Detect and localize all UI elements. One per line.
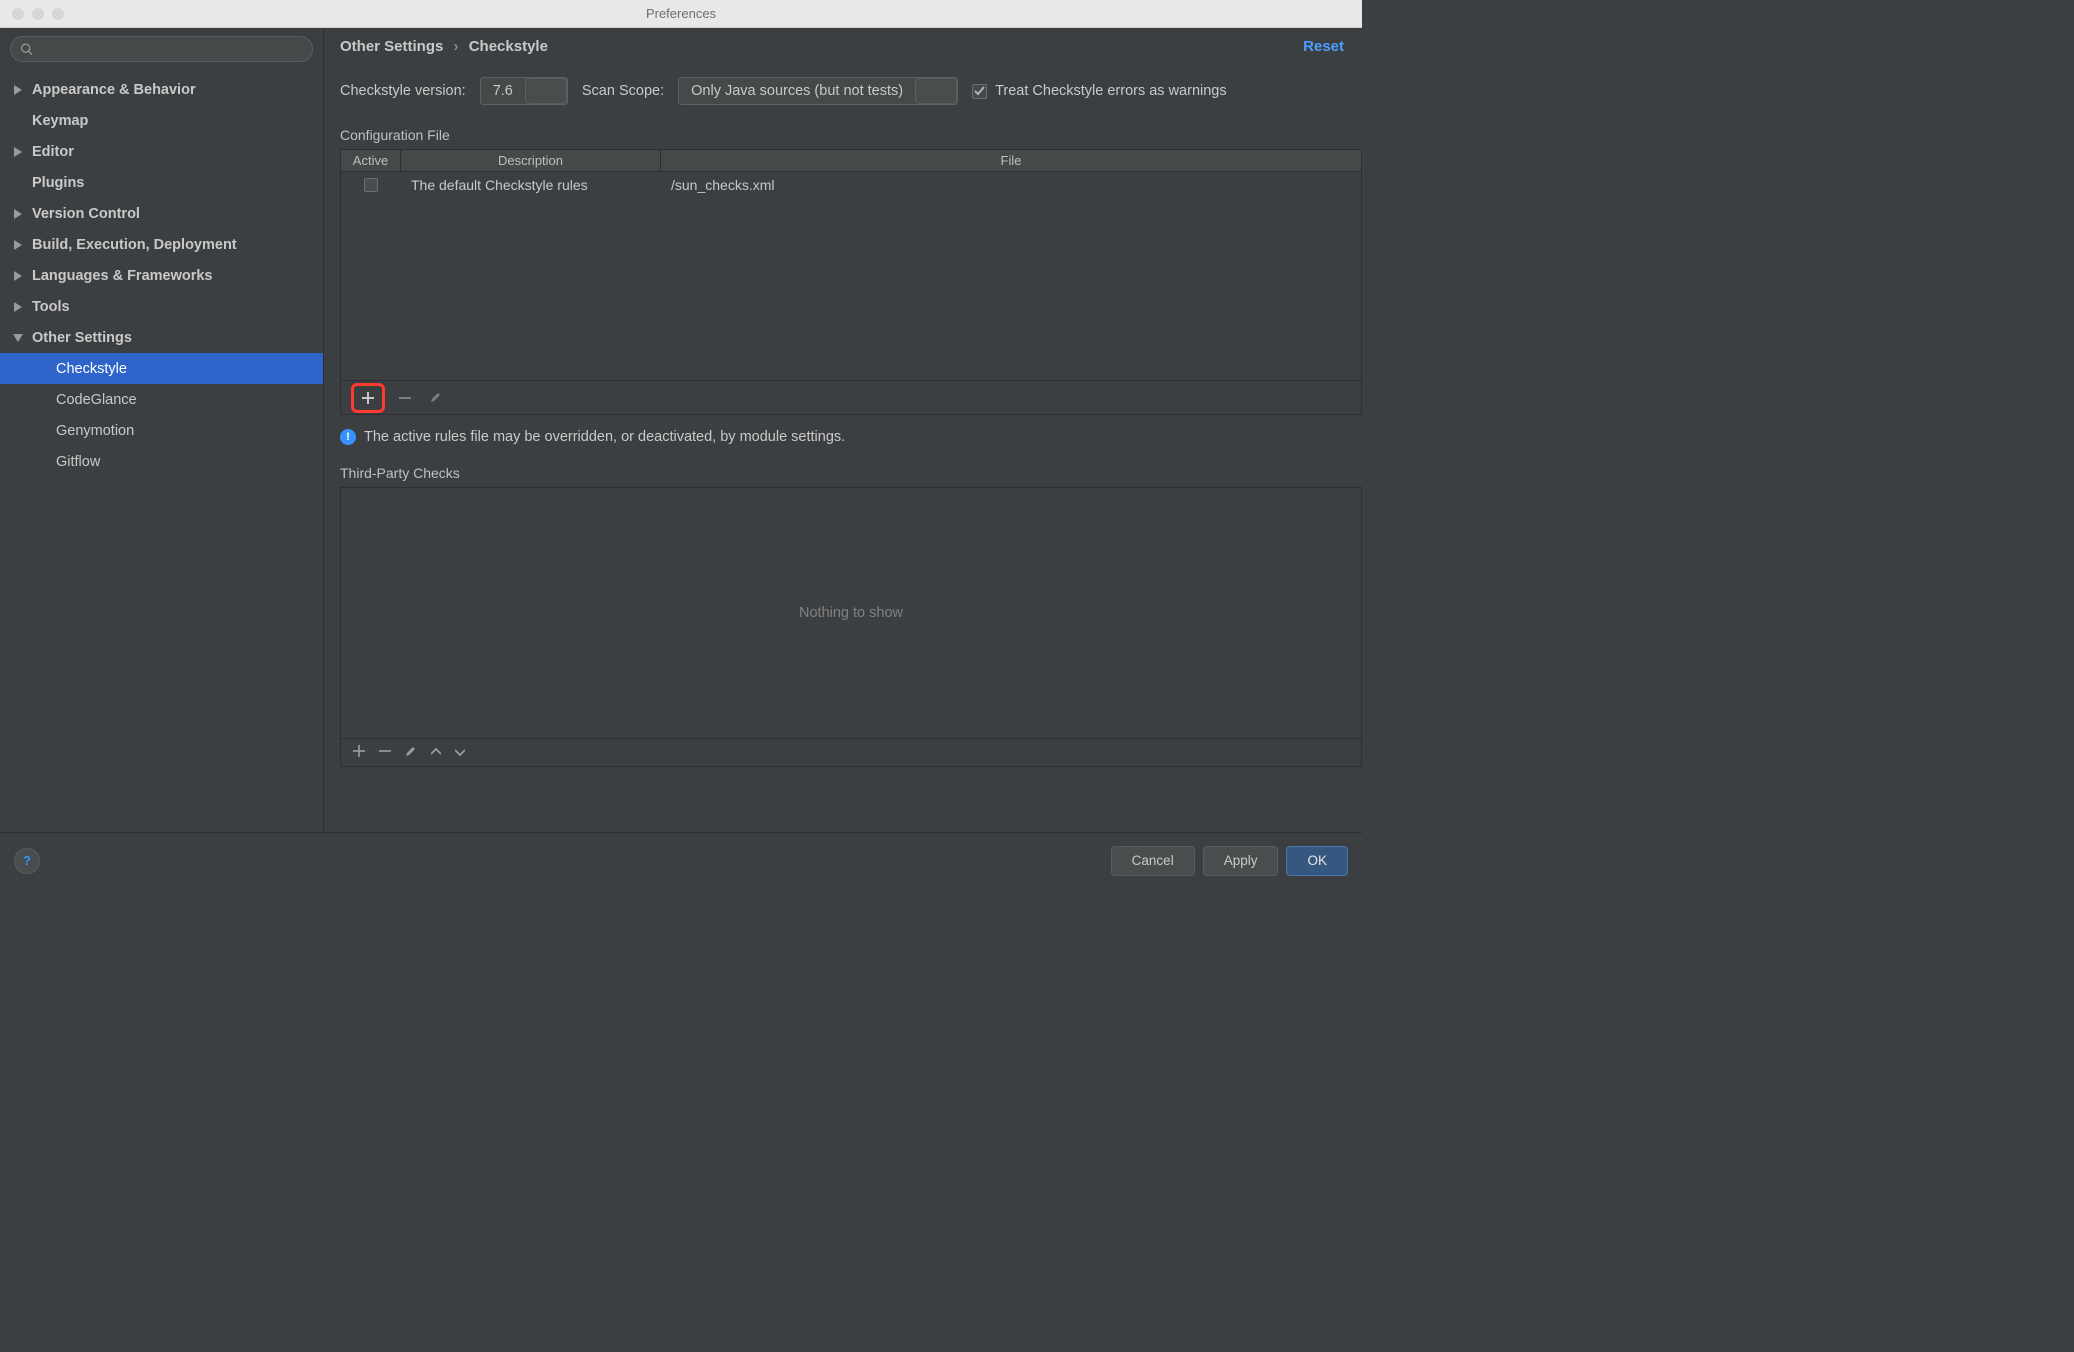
scope-combo[interactable]: Only Java sources (but not tests) (678, 77, 958, 105)
reset-link[interactable]: Reset (1303, 38, 1344, 55)
add-highlight (351, 383, 385, 413)
search-icon (20, 43, 33, 56)
table-header: Active Description File (341, 150, 1361, 172)
info-text: The active rules file may be overridden,… (364, 429, 845, 445)
version-label: Checkstyle version: (340, 83, 466, 99)
chevron-down-icon (525, 78, 567, 104)
sidebar-item-languages-frameworks[interactable]: Languages & Frameworks (0, 260, 323, 291)
footer: ? Cancel Apply OK (0, 832, 1362, 888)
breadcrumb-current: Checkstyle (469, 38, 548, 55)
chevron-down-icon (915, 78, 957, 104)
sidebar-item-checkstyle[interactable]: Checkstyle (0, 353, 323, 384)
tp-add-button[interactable] (353, 745, 365, 760)
sidebar-item-codeglance[interactable]: CodeGlance (0, 384, 323, 415)
help-button[interactable]: ? (14, 848, 40, 874)
info-bar: ! The active rules file may be overridde… (340, 429, 1362, 445)
settings-tree: Appearance & BehaviorKeymapEditorPlugins… (0, 70, 323, 832)
row-file: /sun_checks.xml (661, 177, 1361, 193)
row-active-check[interactable] (364, 178, 378, 192)
sidebar-item-tools[interactable]: Tools (0, 291, 323, 322)
pencil-icon (405, 745, 417, 757)
sidebar-item-version-control[interactable]: Version Control (0, 198, 323, 229)
sidebar-item-genymotion[interactable]: Genymotion (0, 415, 323, 446)
third-party-title: Third-Party Checks (340, 465, 1362, 481)
pencil-icon (429, 391, 442, 404)
third-party-table: Nothing to show (340, 487, 1362, 739)
config-toolbar (340, 381, 1362, 415)
breadcrumb-sep: › (454, 38, 459, 55)
ok-button[interactable]: OK (1286, 846, 1348, 876)
version-value: 7.6 (481, 83, 525, 99)
scope-label: Scan Scope: (582, 83, 664, 99)
sidebar-item-appearance-behavior[interactable]: Appearance & Behavior (0, 74, 323, 105)
titlebar: Preferences (0, 0, 1362, 28)
content-pane: Other Settings › Checkstyle Reset Checks… (324, 28, 1362, 832)
sidebar-item-build-execution-deployment[interactable]: Build, Execution, Deployment (0, 229, 323, 260)
tp-up-button[interactable] (431, 745, 441, 760)
minus-icon (398, 391, 412, 405)
minus-icon (379, 745, 391, 757)
apply-button[interactable]: Apply (1203, 846, 1279, 876)
sidebar-item-plugins[interactable]: Plugins (0, 167, 323, 198)
edit-button[interactable] (425, 388, 445, 408)
version-combo[interactable]: 7.6 (480, 77, 568, 105)
sidebar-item-other-settings[interactable]: Other Settings (0, 322, 323, 353)
scope-value: Only Java sources (but not tests) (679, 83, 915, 99)
chevron-up-icon (431, 747, 441, 757)
tp-edit-button[interactable] (405, 745, 417, 760)
plus-icon (361, 391, 375, 405)
tp-remove-button[interactable] (379, 745, 391, 760)
treat-warnings-label: Treat Checkstyle errors as warnings (995, 83, 1227, 99)
col-description[interactable]: Description (401, 150, 661, 171)
config-file-title: Configuration File (340, 127, 1362, 143)
table-row[interactable]: The default Checkstyle rules/sun_checks.… (341, 172, 1361, 198)
sidebar-item-editor[interactable]: Editor (0, 136, 323, 167)
breadcrumb: Other Settings › Checkstyle (340, 38, 548, 55)
sidebar-item-gitflow[interactable]: Gitflow (0, 446, 323, 477)
treat-warnings-check[interactable]: Treat Checkstyle errors as warnings (972, 83, 1227, 99)
sidebar: Appearance & BehaviorKeymapEditorPlugins… (0, 28, 324, 832)
plus-icon (353, 745, 365, 757)
empty-text: Nothing to show (799, 605, 903, 621)
row-description: The default Checkstyle rules (401, 177, 661, 193)
col-file[interactable]: File (661, 150, 1361, 171)
search-input[interactable] (10, 36, 313, 62)
checkbox-icon (972, 84, 987, 99)
info-icon: ! (340, 429, 356, 445)
breadcrumb-parent: Other Settings (340, 38, 443, 55)
sidebar-item-keymap[interactable]: Keymap (0, 105, 323, 136)
window-title: Preferences (0, 6, 1362, 21)
chevron-down-icon (455, 747, 465, 757)
add-button[interactable] (358, 388, 378, 408)
cancel-button[interactable]: Cancel (1111, 846, 1195, 876)
third-party-toolbar (340, 739, 1362, 767)
remove-button[interactable] (395, 388, 415, 408)
config-file-table: Active Description File The default Chec… (340, 149, 1362, 381)
tp-down-button[interactable] (455, 745, 465, 760)
col-active[interactable]: Active (341, 150, 401, 171)
